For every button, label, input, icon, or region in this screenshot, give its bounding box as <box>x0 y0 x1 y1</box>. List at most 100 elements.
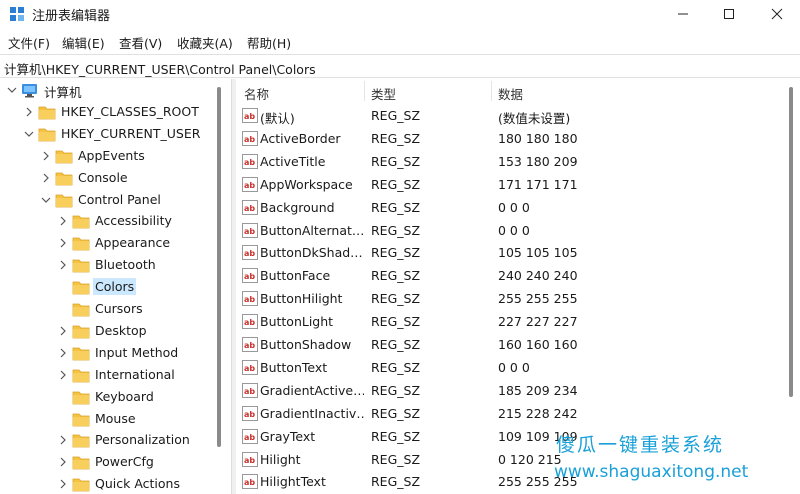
tree-scrollbar[interactable] <box>214 79 224 494</box>
string-value-icon: ab <box>242 451 258 467</box>
tree-node-label: AppEvents <box>78 147 145 163</box>
value-row[interactable]: ab ActiveBorder REG_SZ 180 180 180 <box>236 128 800 151</box>
value-row[interactable]: ab GradientActive… REG_SZ 185 209 234 <box>236 380 800 403</box>
chevron-right-icon[interactable] <box>57 456 69 468</box>
svg-text:ab: ab <box>244 341 255 350</box>
tree-scrollbar-thumb[interactable] <box>217 87 221 447</box>
string-value-icon: ab <box>242 176 258 192</box>
address-bar[interactable]: 计算机\HKEY_CURRENT_USER\Control Panel\Colo… <box>0 54 800 78</box>
value-row[interactable]: ab AppWorkspace REG_SZ 171 171 171 <box>236 174 800 197</box>
svg-text:ab: ab <box>244 364 255 373</box>
tree-node-console[interactable]: Console <box>0 168 229 190</box>
column-header-data[interactable]: 数据 <box>498 84 523 103</box>
value-row[interactable]: ab ButtonHilight REG_SZ 255 255 255 <box>236 288 800 311</box>
tree-node-mouse[interactable]: Mouse <box>0 409 229 431</box>
menu-help[interactable]: 帮助(H) <box>247 33 291 52</box>
tree-node-hkey-current-user[interactable]: HKEY_CURRENT_USER <box>0 124 229 146</box>
value-name: ButtonText <box>260 359 328 375</box>
value-type: REG_SZ <box>371 337 421 352</box>
svg-text:ab: ab <box>244 204 255 213</box>
menu-favorites[interactable]: 收藏夹(A) <box>177 33 233 52</box>
tree-node-label: PowerCfg <box>95 454 154 470</box>
tree-node-international[interactable]: International <box>0 365 229 387</box>
tree-node-label: HKEY_CLASSES_ROOT <box>61 103 199 119</box>
tree-node-personalization[interactable]: Personalization <box>0 430 229 452</box>
chevron-right-icon[interactable] <box>57 237 69 249</box>
value-row[interactable]: ab ButtonShadow REG_SZ 160 160 160 <box>236 334 800 357</box>
tree-node-control-panel[interactable]: Control Panel <box>0 190 229 212</box>
tree-node-quick-actions[interactable]: Quick Actions <box>0 474 229 494</box>
maximize-button[interactable] <box>706 0 752 28</box>
menu-view[interactable]: 查看(V) <box>119 33 162 52</box>
string-value-icon: ab <box>242 405 258 421</box>
tree-node-label: Quick Actions <box>95 476 180 492</box>
value-type: REG_SZ <box>371 222 421 238</box>
value-row[interactable]: ab GradientInactiv… REG_SZ 215 228 242 <box>236 403 800 426</box>
chevron-right-icon[interactable] <box>57 478 69 490</box>
chevron-right-icon[interactable] <box>57 434 69 446</box>
chevron-down-icon[interactable] <box>40 194 52 206</box>
value-row[interactable]: ab Background REG_SZ 0 0 0 <box>236 197 800 220</box>
menu-edit[interactable]: 编辑(E) <box>62 33 105 52</box>
value-name: Hilight <box>260 451 301 467</box>
chevron-down-icon[interactable] <box>6 84 18 96</box>
string-value-icon: ab <box>242 382 258 398</box>
menu-file[interactable]: 文件(F) <box>8 33 50 52</box>
value-row[interactable]: ab ButtonLight REG_SZ 227 227 227 <box>236 311 800 334</box>
chevron-down-icon[interactable] <box>23 128 35 140</box>
value-row[interactable]: ab ActiveTitle REG_SZ 153 180 209 <box>236 151 800 174</box>
close-button[interactable] <box>754 0 800 28</box>
value-type: REG_SZ <box>371 245 421 261</box>
chevron-right-icon[interactable] <box>40 172 52 184</box>
chevron-right-icon[interactable] <box>57 259 69 271</box>
value-row[interactable]: ab (默认) REG_SZ (数值未设置) <box>236 105 800 128</box>
string-value-icon: ab <box>242 474 258 490</box>
tree-node-bluetooth[interactable]: Bluetooth <box>0 255 229 277</box>
registry-editor-icon <box>10 7 24 21</box>
value-row[interactable]: ab ButtonDkShad… REG_SZ 105 105 105 <box>236 242 800 265</box>
value-row[interactable]: ab ButtonText REG_SZ 0 0 0 <box>236 357 800 380</box>
value-name: GrayText <box>260 428 316 444</box>
folder-icon <box>55 172 73 185</box>
tree-node-appevents[interactable]: AppEvents <box>0 146 229 168</box>
tree-node-keyboard[interactable]: Keyboard <box>0 387 229 409</box>
column-header-name[interactable]: 名称 <box>244 84 269 103</box>
chevron-right-icon[interactable] <box>57 325 69 337</box>
value-row[interactable]: ab ButtonFace REG_SZ 240 240 240 <box>236 265 800 288</box>
svg-text:ab: ab <box>244 318 255 327</box>
tree-node-desktop[interactable]: Desktop <box>0 321 229 343</box>
column-separator[interactable] <box>364 81 365 101</box>
tree-node-cursors[interactable]: Cursors <box>0 299 229 321</box>
chevron-right-icon[interactable] <box>57 347 69 359</box>
watermark-title: 傻瓜一键重装系统 <box>556 434 725 456</box>
value-name: GradientActive… <box>260 382 364 398</box>
chevron-right-icon[interactable] <box>57 215 69 227</box>
chevron-right-icon[interactable] <box>57 369 69 381</box>
tree-node-input-method[interactable]: Input Method <box>0 343 229 365</box>
tree-node-appearance[interactable]: Appearance <box>0 233 229 255</box>
folder-icon <box>72 456 90 470</box>
value-row[interactable]: ab ButtonAlternat… REG_SZ 0 0 0 <box>236 220 800 243</box>
address-path[interactable]: 计算机\HKEY_CURRENT_USER\Control Panel\Colo… <box>4 59 316 78</box>
value-name: HilightText <box>260 474 326 490</box>
chevron-right-icon[interactable] <box>23 106 35 118</box>
column-header-type[interactable]: 类型 <box>371 84 396 103</box>
value-type: REG_SZ <box>371 451 421 467</box>
tree-node-colors[interactable]: Colors <box>0 277 229 299</box>
minimize-button[interactable] <box>660 0 706 28</box>
chevron-right-icon[interactable] <box>40 150 52 162</box>
tree-node-accessibility[interactable]: Accessibility <box>0 211 229 233</box>
window-title: 注册表编辑器 <box>32 9 111 24</box>
tree-node-powercfg[interactable]: PowerCfg <box>0 452 229 474</box>
tree-node-computer[interactable]: 计算机 <box>0 80 229 102</box>
tree-node-hkey-classes-root[interactable]: HKEY_CLASSES_ROOT <box>0 102 229 124</box>
string-value-icon: ab <box>242 222 258 238</box>
folder-icon <box>72 434 90 448</box>
list-scrollbar-thumb[interactable] <box>789 87 793 397</box>
value-type: REG_SZ <box>371 268 421 284</box>
folder-icon <box>55 194 73 207</box>
value-data: 0 0 0 <box>498 359 530 375</box>
string-value-icon: ab <box>242 428 258 444</box>
svg-text:ab: ab <box>244 433 255 442</box>
column-separator[interactable] <box>491 81 492 101</box>
